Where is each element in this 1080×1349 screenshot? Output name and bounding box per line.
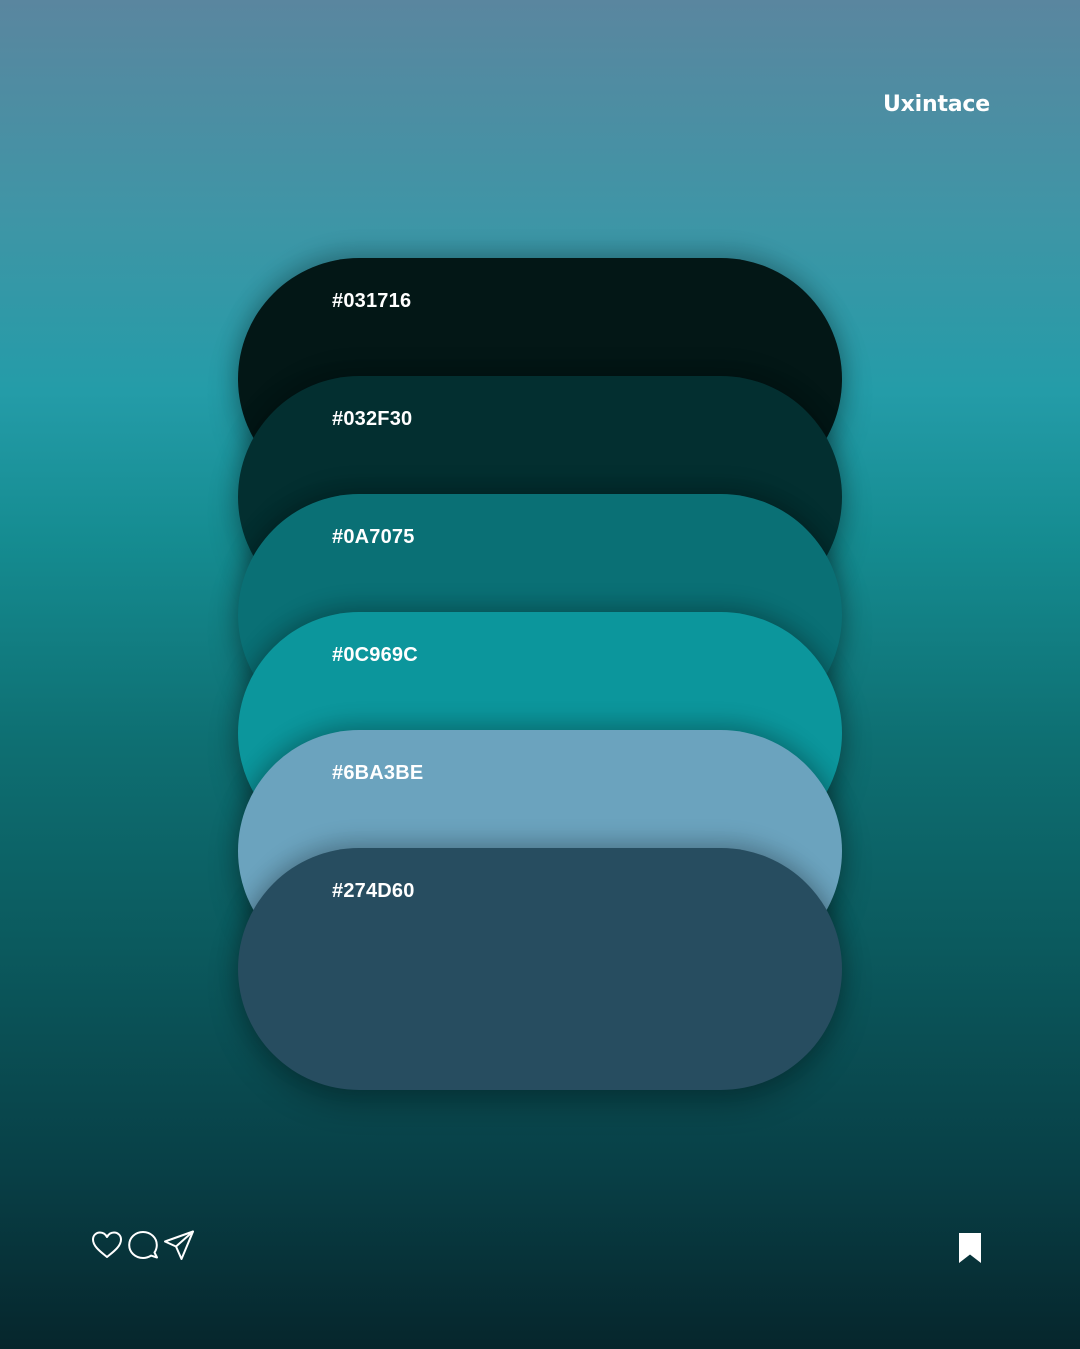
color-hex-label: #0A7075 (332, 526, 415, 548)
color-palette: #031716 #032F30 #0A7075 #0C969C #6BA3BE … (238, 258, 842, 1091)
color-hex-label: #274D60 (332, 880, 415, 902)
comment-icon[interactable] (126, 1228, 160, 1262)
brand-name: Uxintace (883, 92, 990, 117)
share-icon[interactable] (162, 1228, 196, 1262)
heart-icon[interactable] (90, 1228, 124, 1262)
post-actions (90, 1228, 196, 1262)
color-hex-label: #031716 (332, 290, 412, 312)
color-hex-label: #032F30 (332, 408, 413, 430)
color-hex-label: #0C969C (332, 644, 418, 666)
bookmark-icon[interactable] (954, 1231, 986, 1265)
color-swatch: #274D60 (238, 848, 842, 1090)
color-hex-label: #6BA3BE (332, 762, 424, 784)
